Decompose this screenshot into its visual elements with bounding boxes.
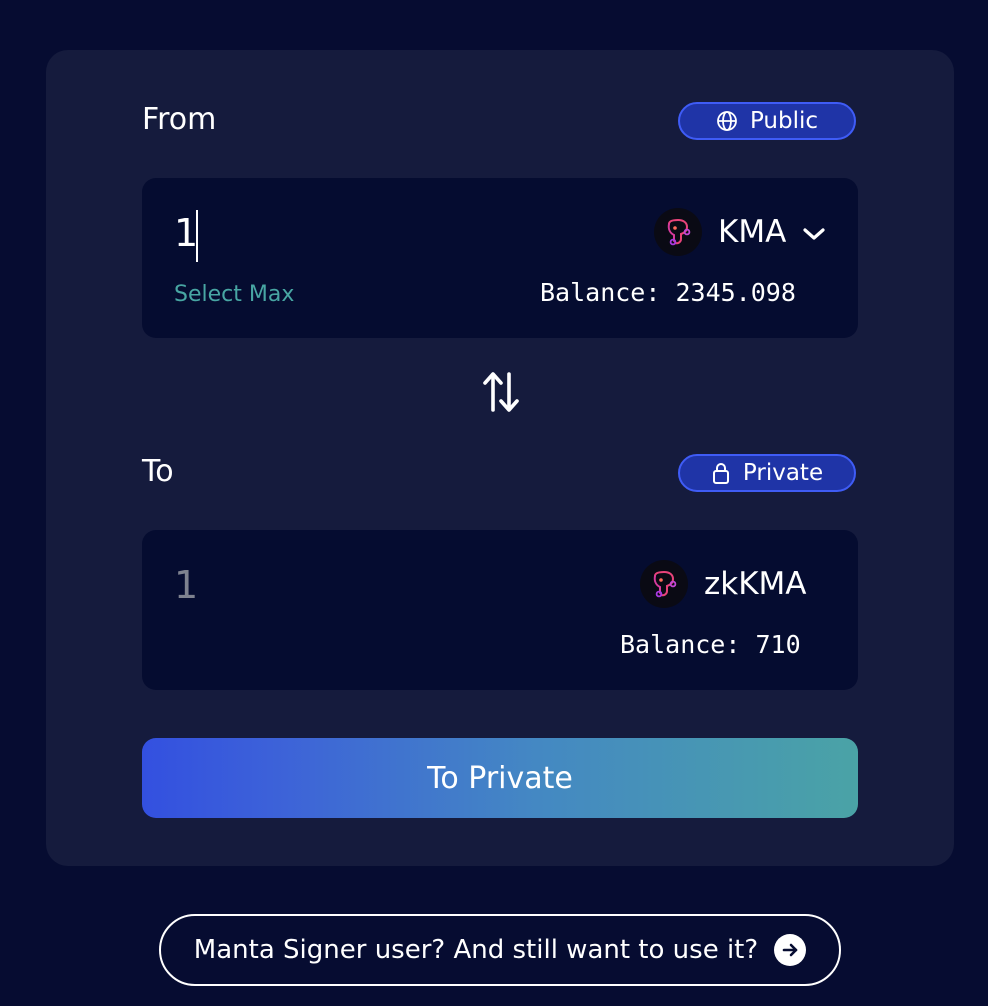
convert-card: From Public 1 Select Max KMA Balance: 23… [46, 50, 954, 866]
from-token-box: 1 Select Max KMA Balance: 2345.098 [142, 178, 858, 338]
to-private-button[interactable]: To Private [142, 738, 858, 818]
to-token-display: zkKMA [640, 560, 807, 608]
from-balance: Balance: 2345.098 [540, 278, 796, 307]
to-balance: Balance: 710 [620, 630, 801, 659]
private-mode-toggle[interactable]: Private [678, 454, 856, 492]
manta-signer-link[interactable]: Manta Signer user? And still want to use… [159, 914, 841, 986]
manta-logo-icon [640, 560, 688, 608]
manta-signer-text: Manta Signer user? And still want to use… [193, 935, 759, 965]
to-token-box: 1 zkKMA Balance: 710 [142, 530, 858, 690]
manta-logo-icon [654, 208, 702, 256]
to-token-name: zkKMA [704, 566, 807, 602]
public-mode-label: Public [749, 108, 819, 134]
private-mode-label: Private [742, 460, 824, 486]
from-amount-input[interactable]: 1 [174, 211, 198, 255]
select-max-button[interactable]: Select Max [174, 282, 294, 307]
from-token-name: KMA [718, 214, 787, 250]
lock-icon [711, 461, 731, 485]
to-label: To [142, 454, 174, 489]
from-label: From [142, 102, 217, 137]
globe-icon [716, 110, 738, 132]
chevron-down-icon[interactable] [802, 214, 826, 250]
arrow-right-icon [774, 934, 807, 966]
from-token-selector[interactable]: KMA [654, 208, 826, 256]
public-mode-toggle[interactable]: Public [678, 102, 856, 140]
to-amount-value: 1 [174, 563, 199, 607]
text-caret [196, 210, 198, 262]
swap-vertical-arrows-icon [481, 370, 521, 418]
swap-button[interactable] [478, 370, 524, 418]
